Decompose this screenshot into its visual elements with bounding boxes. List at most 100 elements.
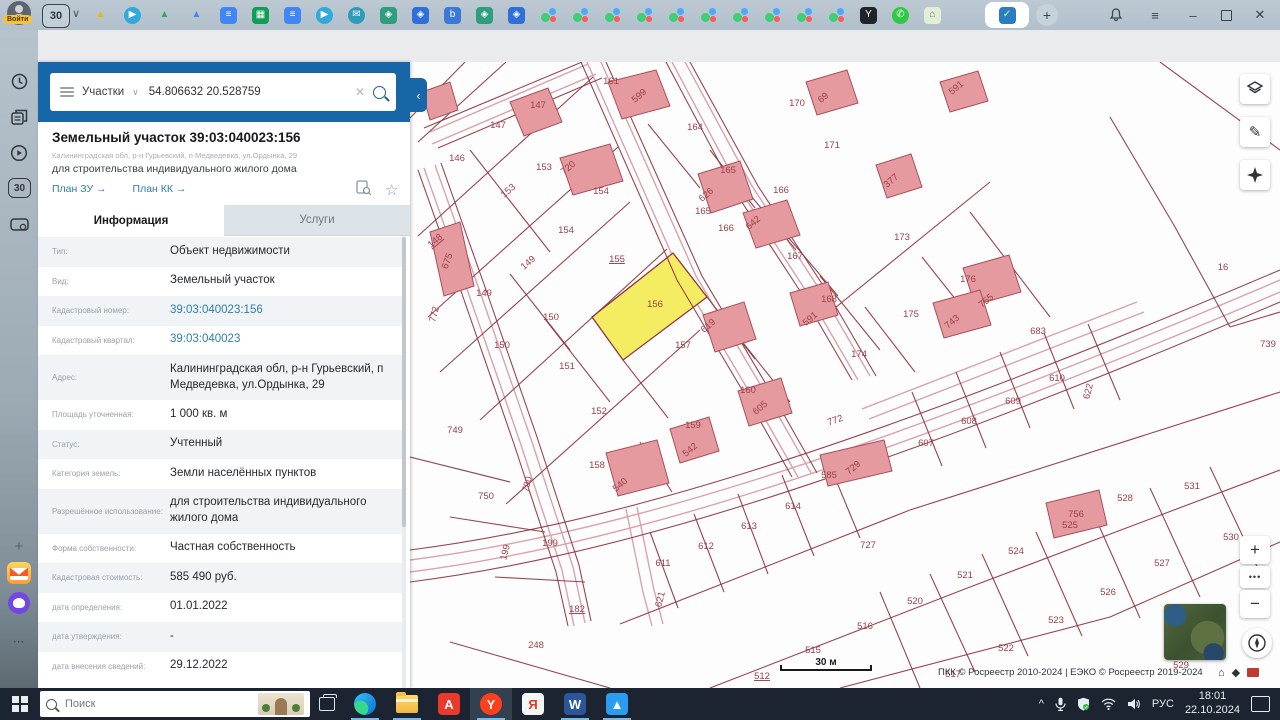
sidebar-more-icon[interactable]: ⋯	[8, 630, 30, 652]
taskbar-search-input[interactable]	[63, 697, 252, 711]
parcel-label: 607	[918, 438, 934, 449]
mail-tab-icon[interactable]: ✉	[348, 7, 365, 24]
tab-services[interactable]: Услуги	[224, 205, 410, 236]
sidebar-add-icon[interactable]: +	[8, 535, 30, 557]
downloads-bell-icon[interactable]	[1103, 5, 1129, 25]
vpn-shield-tab-icon[interactable]: ◈	[380, 7, 397, 24]
search-icon[interactable]	[373, 86, 386, 99]
screenshot-icon[interactable]	[8, 214, 30, 236]
drive-3-tab-icon[interactable]: ▲	[188, 7, 205, 24]
menu-icon[interactable]	[60, 87, 74, 97]
explorer-taskbar-button[interactable]	[386, 688, 428, 720]
app-b-tab-icon[interactable]: b	[444, 7, 461, 24]
whatsapp-tab-icon[interactable]: ✆	[892, 7, 909, 24]
close-button[interactable]: ✕	[1247, 5, 1273, 25]
volume-icon[interactable]	[1127, 698, 1141, 710]
parcel-info-panel: Участки ∨ ✕ Земельный участок 39:03:0400…	[38, 62, 410, 688]
microphone-icon[interactable]	[1055, 697, 1066, 711]
login-badge[interactable]: Войти	[3, 15, 32, 24]
yandex-search-taskbar-button[interactable]: Я	[512, 688, 554, 720]
zoom-out-button[interactable]: −	[1240, 590, 1270, 618]
domclick-tab-icon[interactable]: ⌂	[924, 7, 941, 24]
avito-9-tab-icon[interactable]	[796, 7, 813, 24]
vpn-shield-4-tab-icon[interactable]: ◈	[508, 7, 525, 24]
avito-10-tab-icon[interactable]	[828, 7, 845, 24]
drive-tab-icon[interactable]: ▲	[92, 7, 109, 24]
plan-kk-link[interactable]: План КК →	[133, 183, 187, 195]
measure-button[interactable]: ✎	[1240, 117, 1270, 147]
row-value: для строительства индивидуального жилого…	[170, 495, 406, 526]
tab-information[interactable]: Информация	[38, 205, 224, 236]
panel-scrollbar[interactable]	[402, 237, 406, 688]
home-icon[interactable]: ⌂	[1218, 667, 1225, 679]
row-value[interactable]: 39:03:040023:156	[170, 303, 271, 319]
active-tab[interactable]: ✓	[985, 2, 1029, 28]
yandex-mail-icon[interactable]	[7, 562, 31, 584]
word-taskbar-button[interactable]: W	[554, 688, 596, 720]
clock[interactable]: 18:0122.10.2024	[1185, 690, 1240, 718]
video-icon[interactable]	[8, 142, 30, 164]
search-category[interactable]: Участки	[82, 86, 124, 98]
start-button[interactable]	[0, 688, 40, 720]
language-indicator[interactable]: РУС	[1152, 698, 1174, 710]
search-input[interactable]	[147, 85, 347, 99]
defender-shield-icon[interactable]	[1077, 697, 1090, 711]
alice-icon[interactable]	[8, 592, 30, 614]
spark-icon[interactable]: ◆	[1232, 666, 1240, 679]
tab-count-icon[interactable]: 30	[8, 178, 31, 198]
wifi-icon[interactable]	[1101, 698, 1116, 710]
yandex-browser-taskbar-button[interactable]: Y	[470, 688, 512, 720]
acrobat-taskbar-button[interactable]: A	[428, 688, 470, 720]
telegram-tab-icon[interactable]: ▶	[124, 7, 141, 24]
telegram-2-tab-icon[interactable]: ▶	[316, 7, 333, 24]
chevron-down-icon[interactable]: ∨	[132, 87, 139, 98]
tray-expand-icon[interactable]: ^	[1039, 698, 1044, 710]
avito-2-tab-icon[interactable]	[572, 7, 589, 24]
avito-5-tab-icon[interactable]	[668, 7, 685, 24]
google-doc-tab-icon[interactable]: ≡	[220, 7, 237, 24]
search-bar[interactable]: Участки ∨ ✕	[50, 73, 396, 111]
avito-6-tab-icon[interactable]	[700, 7, 717, 24]
star-icon[interactable]: ☆	[385, 181, 398, 199]
taskbar-search[interactable]	[40, 691, 310, 717]
map-canvas[interactable]: 1471471461531531541541551481611641651661…	[410, 62, 1280, 688]
restore-button[interactable]	[1213, 5, 1239, 25]
compass-button[interactable]	[1242, 628, 1272, 658]
vpn-shield-2-tab-icon[interactable]: ◈	[412, 7, 429, 24]
clear-icon[interactable]: ✕	[355, 85, 365, 99]
vpn-shield-3-tab-icon[interactable]: ◈	[476, 7, 493, 24]
avito-8-tab-icon[interactable]	[764, 7, 781, 24]
flag-icon[interactable]	[1247, 668, 1259, 677]
layers-button[interactable]	[1240, 74, 1270, 104]
google-doc-2-tab-icon[interactable]: ≡	[284, 7, 301, 24]
avito-3-tab-icon[interactable]	[604, 7, 621, 24]
yandex-tab-icon[interactable]: Y	[860, 7, 877, 24]
avito-4-tab-icon[interactable]	[636, 7, 653, 24]
news-widget-image[interactable]	[258, 693, 304, 715]
edge-taskbar-button[interactable]	[344, 688, 386, 720]
menu-button[interactable]: ≡	[1142, 5, 1168, 25]
avito-tab-icon[interactable]	[540, 7, 557, 24]
new-tab-button[interactable]: +	[1036, 4, 1058, 26]
history-icon[interactable]	[8, 70, 30, 92]
satellite-layer-thumbnail[interactable]	[1164, 604, 1226, 660]
collapse-panel-button[interactable]: ‹	[410, 78, 427, 112]
profile-avatar[interactable]: Войти	[3, 1, 35, 29]
chevron-down-icon[interactable]: ∨	[72, 7, 80, 20]
tab-counter-button[interactable]: 30	[42, 4, 70, 28]
minimize-button[interactable]: –	[1180, 5, 1206, 25]
doc-search-icon[interactable]	[356, 180, 371, 200]
photos-taskbar-button[interactable]: ▲	[596, 688, 638, 720]
plan-zu-link[interactable]: План ЗУ →	[52, 183, 107, 195]
notification-icon[interactable]	[1251, 696, 1270, 712]
drive-2-tab-icon[interactable]: ▲	[156, 7, 173, 24]
row-value[interactable]: 39:03:040023	[170, 332, 248, 348]
google-sheet-tab-icon[interactable]: ▦	[252, 7, 269, 24]
cadastral-map[interactable]: 1471471461531531541541551481611641651661…	[410, 62, 1280, 688]
task-view-button[interactable]	[310, 688, 344, 720]
collections-panel-icon[interactable]	[8, 106, 30, 128]
objects-button[interactable]	[1240, 160, 1270, 190]
avito-7-tab-icon[interactable]	[732, 7, 749, 24]
map-more-button[interactable]: •••	[1240, 566, 1270, 588]
zoom-in-button[interactable]: +	[1240, 536, 1270, 564]
